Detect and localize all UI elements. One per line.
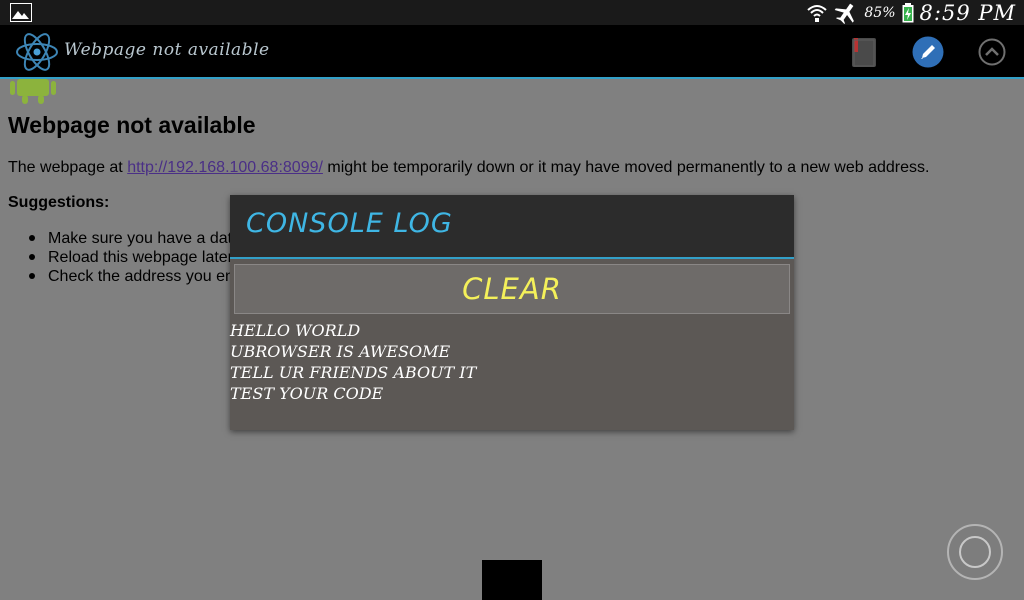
error-message-suffix: might be temporarily down or it may have… (322, 159, 930, 176)
dialog-title: CONSOLE LOG (246, 208, 453, 239)
log-line: TELL UR FRIENDS ABOUT IT (230, 363, 477, 382)
atom-logo-icon[interactable] (14, 30, 60, 74)
android-icon (10, 79, 56, 104)
floating-action-button[interactable] (947, 524, 1003, 580)
list-item: Check the address you en (29, 268, 234, 285)
error-message-prefix: The webpage at (8, 159, 128, 176)
status-icons: 85% 8:59 PM (806, 0, 1016, 25)
log-line: UBROWSER IS AWESOME (230, 342, 451, 361)
suggestions-list: Make sure you have a dat Reload this web… (29, 229, 234, 286)
dialog-header: CONSOLE LOG (230, 195, 794, 259)
console-log-list: HELLO WORLD UBROWSER IS AWESOME TELL UR … (230, 320, 790, 404)
status-bar: 85% 8:59 PM (0, 0, 1024, 25)
nav-bar-block (482, 560, 542, 600)
app-title: Webpage not available (64, 40, 270, 60)
page-title: Webpage not available (8, 112, 256, 138)
suggestions-label: Suggestions: (8, 194, 110, 211)
battery-percent: 85% (864, 4, 896, 21)
failed-url-link[interactable]: http://192.168.100.68:8099/ (127, 159, 323, 176)
log-line: TEST YOUR CODE (230, 384, 384, 403)
bookmark-icon[interactable] (848, 36, 882, 68)
list-item: Make sure you have a dat (29, 230, 233, 247)
gallery-icon (10, 3, 32, 22)
error-message: The webpage at http://192.168.100.68:809… (8, 159, 929, 177)
list-item: Reload this webpage later (29, 249, 234, 266)
action-bar: Webpage not available (0, 25, 1024, 79)
wifi-icon (807, 4, 828, 22)
console-log-dialog: CONSOLE LOG CLEAR HELLO WORLD UBROWSER I… (230, 195, 794, 430)
battery-icon (902, 2, 914, 22)
clear-button[interactable]: CLEAR (234, 264, 790, 314)
airplane-icon (835, 3, 855, 24)
clock: 8:59 PM (919, 0, 1016, 25)
chevron-up-icon[interactable] (975, 36, 1009, 68)
log-line: HELLO WORLD (230, 321, 361, 340)
edit-icon[interactable] (911, 36, 945, 68)
